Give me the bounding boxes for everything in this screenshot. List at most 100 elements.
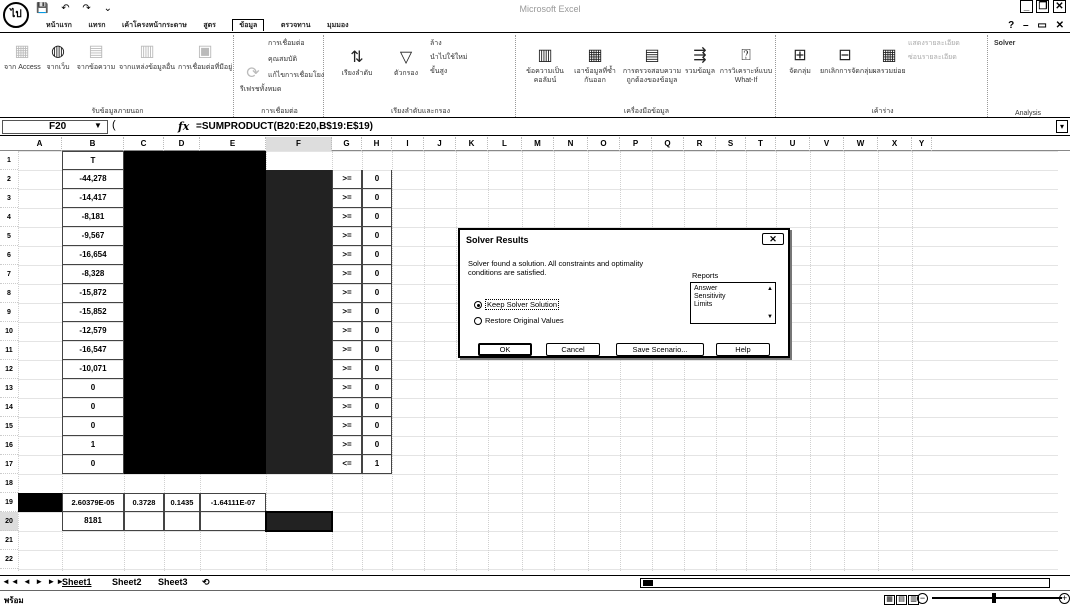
restore-button[interactable]: ❐ (1036, 0, 1050, 13)
save-scenario-button[interactable]: Save Scenario... (616, 343, 704, 356)
cell-b10[interactable]: -12,579 (62, 322, 124, 341)
reapply-button[interactable]: นำไปใช้ใหม่ (430, 53, 510, 62)
show-detail-button[interactable]: แสดงรายละเอียด (908, 39, 986, 48)
cell-e20[interactable] (200, 512, 266, 531)
cell-d20[interactable] (164, 512, 200, 531)
column-header-j[interactable]: J (424, 137, 456, 151)
help-icon[interactable]: ? (1008, 20, 1014, 31)
cell-b2[interactable]: -44,278 (62, 170, 124, 189)
cell-b9[interactable]: -15,852 (62, 303, 124, 322)
cell-g5[interactable]: >= (332, 227, 362, 246)
sheet-tab-2[interactable]: Sheet2 (112, 577, 142, 587)
column-header-a[interactable]: A (18, 137, 62, 151)
cell-b16[interactable]: 1 (62, 436, 124, 455)
row-header-19[interactable]: 19 (0, 493, 18, 512)
row-header-4[interactable]: 4 (0, 208, 18, 227)
column-header-v[interactable]: V (810, 137, 844, 151)
column-header-i[interactable]: I (392, 137, 424, 151)
cell-h8[interactable]: 0 (362, 284, 392, 303)
cell-h16[interactable]: 0 (362, 436, 392, 455)
cell-b3[interactable]: -14,417 (62, 189, 124, 208)
data-validation-button[interactable]: ▤ การตรวจสอบความถูกต้องของข้อมูล (622, 47, 682, 85)
cell-h6[interactable]: 0 (362, 246, 392, 265)
report-option-limits[interactable]: Limits (694, 301, 772, 309)
cell-c20[interactable] (124, 512, 164, 531)
cell-g15[interactable]: >= (332, 417, 362, 436)
cell-h9[interactable]: 0 (362, 303, 392, 322)
ungroup-button[interactable]: ⊟ ยกเลิกการจัดกลุ่ม (820, 47, 873, 76)
cell-b13[interactable]: 0 (62, 379, 124, 398)
column-header-m[interactable]: M (522, 137, 554, 151)
redo-icon[interactable]: ↷ (82, 3, 90, 14)
normal-view-icon[interactable]: ▦ (884, 595, 895, 605)
cell-h7[interactable]: 0 (362, 265, 392, 284)
sort-button[interactable]: ⇅ เรียงลำดับ (330, 49, 384, 78)
what-if-analysis-button[interactable]: ⍰ การวิเคราะห์แบบ What-If (718, 47, 774, 85)
cell-b4[interactable]: -8,181 (62, 208, 124, 227)
name-box-dropdown-icon[interactable]: ▼ (94, 121, 102, 130)
column-header-e[interactable]: E (200, 137, 266, 151)
refresh-all-button[interactable]: ⟳ รีเฟรชทั้งหมด (240, 65, 281, 94)
customize-qat-icon[interactable]: ⌄ (104, 3, 112, 14)
column-header-p[interactable]: P (620, 137, 652, 151)
report-option-answer[interactable]: Answer (694, 285, 772, 293)
consolidate-button[interactable]: ⇶ รวมข้อมูล (684, 47, 716, 76)
cell-h4[interactable]: 0 (362, 208, 392, 227)
column-header-o[interactable]: O (588, 137, 620, 151)
dialog-close-button[interactable]: ✕ (762, 233, 784, 245)
cell-g13[interactable]: >= (332, 379, 362, 398)
row-header-10[interactable]: 10 (0, 322, 18, 341)
zoom-slider-knob[interactable] (992, 593, 996, 603)
row-header-8[interactable]: 8 (0, 284, 18, 303)
sheet-navigation-icons[interactable]: ◄◄ ◄ ► ►► (2, 577, 65, 586)
solver-button[interactable]: Solver (994, 39, 1054, 48)
cell-b15[interactable]: 0 (62, 417, 124, 436)
cell-f20-active[interactable] (265, 511, 333, 532)
insert-sheet-icon[interactable]: ⟲ (202, 577, 210, 588)
tab-view[interactable]: มุมมอง (327, 20, 348, 31)
row-header-9[interactable]: 9 (0, 303, 18, 322)
formula-input[interactable]: =SUMPRODUCT(B20:E20,B$19:E$19) (196, 121, 373, 132)
cell-b14[interactable]: 0 (62, 398, 124, 417)
cell-b17[interactable]: 0 (62, 455, 124, 474)
edit-links-button[interactable]: แก้ไขการเชื่อมโยง (268, 71, 324, 80)
cell-g9[interactable]: >= (332, 303, 362, 322)
column-header-d[interactable]: D (164, 137, 200, 151)
cell-g8[interactable]: >= (332, 284, 362, 303)
from-other-sources-button[interactable]: ▥ จากแหล่งข้อมูลอื่น (118, 43, 176, 72)
workbook-close-button[interactable]: ✕ (1056, 20, 1064, 31)
column-header-b[interactable]: B (62, 137, 124, 151)
tab-review[interactable]: ตรวจทาน (281, 20, 311, 31)
scroll-up-icon[interactable]: ▲ (767, 285, 773, 293)
cell-b19[interactable]: 2.60379E-05 (62, 493, 124, 512)
cell-h14[interactable]: 0 (362, 398, 392, 417)
office-button[interactable]: ไป (3, 2, 29, 28)
column-header-k[interactable]: K (456, 137, 488, 151)
cell-h17[interactable]: 1 (362, 455, 392, 474)
cell-b1[interactable]: T (62, 151, 124, 170)
cell-b12[interactable]: -10,071 (62, 360, 124, 379)
remove-duplicates-button[interactable]: ▦ เอาข้อมูลที่ซ้ำกันออก (570, 47, 620, 85)
row-header-15[interactable]: 15 (0, 417, 18, 436)
cell-h12[interactable]: 0 (362, 360, 392, 379)
cell-g16[interactable]: >= (332, 436, 362, 455)
tab-formulas[interactable]: สูตร (203, 20, 216, 31)
zoom-slider[interactable] (932, 593, 1062, 603)
save-icon[interactable]: 💾 (36, 3, 48, 14)
zoom-out-icon[interactable]: − (917, 593, 928, 604)
row-header-21[interactable]: 21 (0, 531, 18, 550)
tab-data[interactable]: ข้อมูล (232, 19, 265, 31)
cancel-button[interactable]: Cancel (546, 343, 600, 356)
cell-d19[interactable]: 0.1435 (164, 493, 200, 512)
tab-insert[interactable]: แทรก (88, 20, 105, 31)
cell-g17[interactable]: <= (332, 455, 362, 474)
column-header-g[interactable]: G (332, 137, 362, 151)
worksheet-grid[interactable]: T -44,278 >= 0 -14,417 >= 0 -8,181 >= 0 -9,567 >= 0-… (18, 151, 1058, 571)
row-header-6[interactable]: 6 (0, 246, 18, 265)
clear-button[interactable]: ล้าง (430, 39, 510, 48)
row-header-20[interactable]: 20 (0, 512, 18, 531)
row-header-22[interactable]: 22 (0, 550, 18, 569)
column-header-u[interactable]: U (776, 137, 810, 151)
ok-button[interactable]: OK (478, 343, 532, 356)
tab-home[interactable]: หน้าแรก (46, 20, 72, 31)
